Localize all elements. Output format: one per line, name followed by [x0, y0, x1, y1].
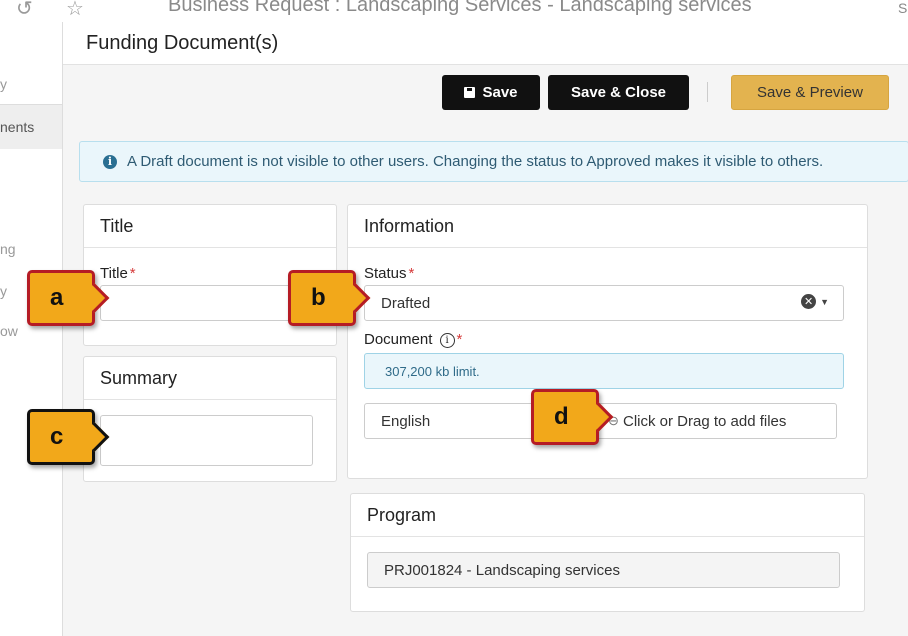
callout-a: a — [27, 270, 95, 326]
history-icon[interactable]: ↺ — [16, 0, 33, 21]
sidebar-item[interactable]: ng — [0, 241, 16, 257]
required-marker: * — [408, 265, 415, 282]
background-right-text: S — [898, 0, 908, 16]
program-field: PRJ001824 - Landscaping services — [367, 552, 840, 588]
information-panel-heading: Information — [348, 205, 867, 248]
summary-textarea[interactable] — [100, 415, 313, 466]
status-field-label: Status * — [364, 265, 414, 282]
background-page-title: Business Request : Landscaping Services … — [168, 0, 752, 16]
document-label-text: Document — [364, 331, 433, 348]
modal-title: Funding Document(s) — [86, 31, 279, 54]
star-icon[interactable]: ☆ — [66, 0, 84, 21]
callout-c: c — [27, 409, 95, 465]
save-preview-button[interactable]: Save & Preview — [731, 75, 889, 110]
save-button-label: Save — [482, 84, 518, 101]
sidebar-item[interactable]: ow — [0, 323, 18, 339]
information-panel: Information Status * Drafted ✕ ▼ Document… — [347, 204, 868, 479]
language-select[interactable]: English — [364, 403, 544, 439]
alert-text: A Draft document is not visible to other… — [127, 153, 824, 170]
clear-icon[interactable]: ✕ — [801, 294, 817, 309]
info-icon: i — [103, 154, 117, 169]
upload-text: Click or Drag to add files — [623, 412, 787, 430]
save-close-button[interactable]: Save & Close — [548, 75, 689, 110]
status-value: Drafted — [381, 294, 431, 312]
background-sidebar: y nents ng y ow — [0, 26, 62, 636]
modal-header: Funding Document(s) — [63, 22, 908, 65]
title-panel-heading: Title — [84, 205, 336, 248]
sidebar-item[interactable]: y — [0, 76, 7, 92]
title-field-label: Title * — [100, 265, 136, 282]
floppy-disk-icon — [464, 87, 476, 98]
callout-b: b — [288, 270, 356, 326]
sidebar-item[interactable]: y — [0, 283, 7, 299]
funding-document-modal: Funding Document(s) Save Save & Close Sa… — [62, 22, 908, 636]
callout-d: d — [531, 389, 599, 445]
info-circle-icon[interactable]: i — [439, 333, 455, 348]
chevron-down-icon[interactable]: ▼ — [820, 297, 829, 307]
title-label-text: Title — [100, 265, 128, 282]
draft-info-alert: i A Draft document is not visible to oth… — [79, 141, 908, 182]
status-label-text: Status — [364, 265, 407, 282]
required-marker: * — [129, 265, 136, 282]
save-button[interactable]: Save — [442, 75, 540, 110]
file-upload-dropzone[interactable]: ⊘ Click or Drag to add files — [596, 403, 837, 439]
summary-panel-heading: Summary — [84, 357, 336, 400]
document-field-label: Document i * — [364, 331, 462, 348]
sidebar-item-documents[interactable]: nents — [0, 105, 62, 149]
status-controls: ✕ ▼ — [801, 294, 829, 309]
status-select[interactable]: Drafted ✕ ▼ — [364, 285, 844, 321]
required-marker: * — [456, 331, 463, 348]
program-panel: Program PRJ001824 - Landscaping services — [350, 493, 865, 612]
document-size-hint: 307,200 kb limit. — [364, 353, 844, 389]
summary-panel: Summary — [83, 356, 337, 482]
program-panel-heading: Program — [351, 494, 864, 537]
button-separator — [707, 82, 708, 102]
